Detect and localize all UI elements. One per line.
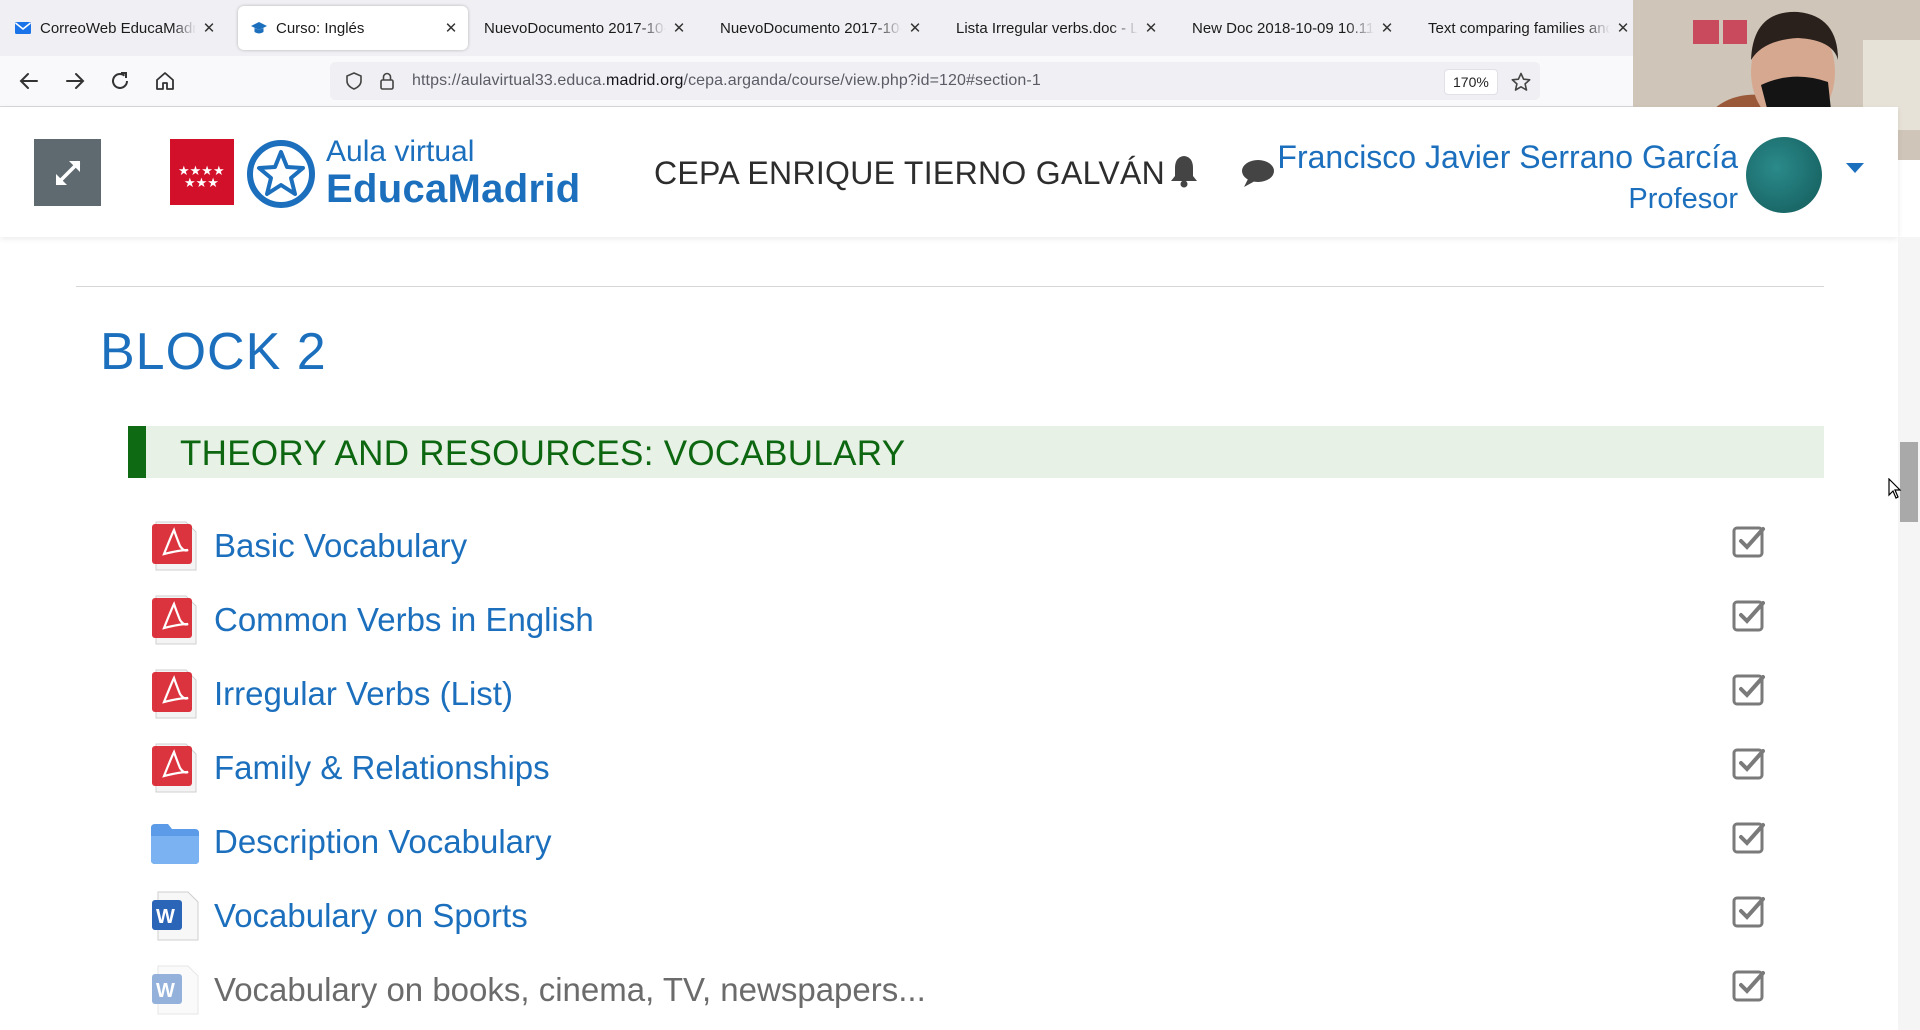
lock-icon[interactable]	[378, 71, 396, 91]
svg-text:★★★: ★★★	[184, 176, 219, 191]
folder-icon	[151, 824, 199, 864]
pdf-icon	[152, 595, 197, 645]
avatar[interactable]	[1746, 137, 1822, 213]
tab-title: NuevoDocumento 2017-10-	[484, 19, 666, 37]
graduation-cap-icon	[251, 22, 267, 34]
activity-link[interactable]: Common Verbs in English	[214, 601, 594, 639]
browser-navigation-bar: https://aulavirtual33.educa.madrid.org/c…	[0, 56, 1920, 107]
address-bar[interactable]: https://aulavirtual33.educa.madrid.org/c…	[330, 62, 1540, 100]
reload-icon[interactable]	[107, 68, 133, 94]
notifications-bell-icon[interactable]	[1168, 153, 1200, 189]
activity-link[interactable]: Description Vocabulary	[214, 823, 552, 861]
block-title: BLOCK 2	[100, 323, 327, 381]
completion-checkbox-icon[interactable]	[1732, 894, 1766, 928]
user-menu-caret-icon[interactable]	[1846, 163, 1864, 173]
tab-title: Curso: Inglés	[276, 19, 365, 37]
comunidad-madrid-logo: ★★★★ ★★★	[170, 139, 234, 205]
messages-chat-icon[interactable]	[1240, 157, 1276, 189]
pdf-icon	[152, 521, 197, 571]
section-header: THEORY AND RESOURCES: VOCABULARY	[128, 426, 1824, 478]
tab-nuevodocumento-1[interactable]: NuevoDocumento 2017-10- ✕	[472, 6, 696, 50]
completion-checkbox-icon[interactable]	[1732, 820, 1766, 854]
activity-link[interactable]: Family & Relationships	[214, 749, 550, 787]
close-icon[interactable]: ✕	[1380, 19, 1394, 37]
activity-link[interactable]: Vocabulary on Sports	[214, 897, 528, 935]
scrollbar-thumb[interactable]	[1900, 442, 1918, 522]
section-title: THEORY AND RESOURCES: VOCABULARY	[180, 434, 906, 473]
activity-vocabulary-sports[interactable]: W Vocabulary on Sports	[150, 886, 1770, 946]
completion-checkbox-icon[interactable]	[1732, 672, 1766, 706]
section-divider	[76, 286, 1824, 287]
activity-link[interactable]: Irregular Verbs (List)	[214, 675, 513, 713]
zoom-level-badge[interactable]: 170%	[1444, 69, 1498, 95]
educamadrid-logo-icon	[247, 140, 315, 208]
url-path: /cepa.arganda/course/view.php?id=120#sec…	[683, 72, 1041, 89]
tab-nuevodocumento-2[interactable]: NuevoDocumento 2017-10-1 ✕	[708, 6, 932, 50]
browser-tab-strip: CorreoWeb EducaMadrid ✕ Curso: Inglés ✕ …	[0, 0, 1920, 56]
mail-icon	[15, 22, 31, 34]
tab-title: Lista Irregular verbs.doc - Lis	[956, 19, 1138, 37]
activity-vocabulary-books-cinema[interactable]: W Vocabulary on books, cinema, TV, newsp…	[150, 960, 1770, 1020]
tab-text-comparing-families[interactable]: Text comparing families and ✕	[1416, 6, 1640, 50]
completion-checkbox-icon[interactable]	[1732, 524, 1766, 558]
tab-new-doc[interactable]: New Doc 2018-10-09 10.11.2 ✕	[1180, 6, 1404, 50]
word-doc-icon: W	[152, 891, 199, 941]
completion-checkbox-icon[interactable]	[1732, 968, 1766, 1002]
logo-text-educamadrid: EducaMadrid	[326, 167, 581, 211]
shield-icon[interactable]	[344, 71, 364, 91]
url-domain: madrid.org	[606, 72, 684, 89]
close-icon[interactable]: ✕	[672, 19, 686, 37]
pdf-icon	[152, 669, 197, 719]
svg-text:W: W	[156, 980, 175, 1002]
close-icon[interactable]: ✕	[908, 19, 922, 37]
completion-checkbox-icon[interactable]	[1732, 598, 1766, 632]
home-icon[interactable]	[152, 68, 178, 94]
page-scrollbar[interactable]	[1898, 237, 1920, 1030]
tab-title: Text comparing families and	[1428, 19, 1610, 37]
close-icon[interactable]: ✕	[444, 19, 458, 37]
tab-curso-ingles[interactable]: Curso: Inglés ✕	[238, 6, 468, 50]
completion-checkbox-icon[interactable]	[1732, 746, 1766, 780]
url-prefix: https://aulavirtual33.educa.	[412, 72, 607, 89]
tab-lista-irregular-verbs[interactable]: Lista Irregular verbs.doc - Lis ✕	[944, 6, 1168, 50]
expand-arrows-icon	[55, 160, 80, 185]
close-icon[interactable]: ✕	[202, 19, 216, 37]
bookmark-star-icon[interactable]	[1510, 71, 1532, 93]
word-doc-icon: W	[152, 965, 199, 1015]
activity-irregular-verbs[interactable]: Irregular Verbs (List)	[150, 664, 1770, 724]
back-arrow-icon[interactable]	[16, 68, 42, 94]
forward-arrow-icon[interactable]	[62, 68, 88, 94]
site-header: ★★★★ ★★★ Aula virtual EducaMadrid CEPA E…	[0, 107, 1898, 237]
tab-title: NuevoDocumento 2017-10-1	[720, 19, 902, 37]
logo-text-aula-virtual: Aula virtual	[326, 135, 475, 168]
activity-link[interactable]: Vocabulary on books, cinema, TV, newspap…	[214, 971, 926, 1009]
activity-common-verbs[interactable]: Common Verbs in English	[150, 590, 1770, 650]
user-role: Profesor	[1628, 183, 1738, 215]
pdf-icon	[152, 743, 197, 793]
madrid-stars-icon: ★★★★ ★★★	[178, 164, 225, 191]
fullscreen-toggle-button[interactable]	[34, 139, 101, 206]
url-text[interactable]: https://aulavirtual33.educa.madrid.org/c…	[412, 72, 1041, 90]
tab-title: New Doc 2018-10-09 10.11.2	[1192, 19, 1374, 37]
activity-description-vocabulary[interactable]: Description Vocabulary	[150, 812, 1770, 872]
user-full-name[interactable]: Francisco Javier Serrano García	[1277, 139, 1738, 176]
activity-basic-vocabulary[interactable]: Basic Vocabulary	[150, 516, 1770, 576]
site-name[interactable]: CEPA ENRIQUE TIERNO GALVÁN	[654, 155, 1165, 192]
activity-family-relationships[interactable]: Family & Relationships	[150, 738, 1770, 798]
close-icon[interactable]: ✕	[1616, 19, 1630, 37]
tab-title: CorreoWeb EducaMadrid	[40, 19, 196, 37]
tab-correoweb[interactable]: CorreoWeb EducaMadrid ✕	[2, 6, 226, 50]
svg-text:W: W	[156, 906, 175, 928]
mouse-cursor-icon	[1888, 478, 1902, 499]
close-icon[interactable]: ✕	[1144, 19, 1158, 37]
activity-link[interactable]: Basic Vocabulary	[214, 527, 467, 565]
